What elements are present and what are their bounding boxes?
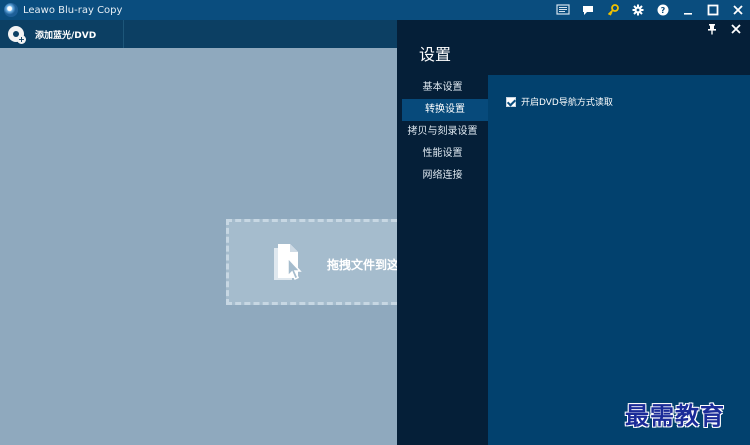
nav-item-basic[interactable]: 基本设置 — [397, 77, 488, 99]
svg-text:?: ? — [660, 6, 665, 15]
app-title: Leawo Blu-ray Copy — [23, 4, 123, 16]
nav-item-copy-burn[interactable]: 拷贝与刻录设置 — [397, 121, 488, 143]
message-icon[interactable] — [575, 0, 600, 20]
nav-item-conversion[interactable]: 转换设置 — [402, 99, 488, 121]
nav-item-network[interactable]: 网络连接 — [397, 165, 488, 187]
add-disc-label: 添加蓝光/DVD — [35, 30, 97, 41]
gear-icon[interactable] — [625, 0, 650, 20]
settings-nav: 基本设置 转换设置 拷贝与刻录设置 性能设置 网络连接 — [397, 77, 488, 187]
dvd-navigation-option[interactable]: 开启DVD导航方式读取 — [506, 95, 613, 108]
key-icon[interactable] — [600, 0, 625, 20]
app-logo-icon — [4, 3, 18, 17]
workspace: 拖拽文件到这 — [0, 48, 397, 445]
drop-zone[interactable]: 拖拽文件到这 — [226, 219, 397, 305]
settings-title: 设置 — [419, 45, 452, 64]
drag-file-icon — [272, 242, 308, 287]
drop-label: 拖拽文件到这 — [327, 258, 397, 272]
screen-icon[interactable] — [550, 0, 575, 20]
help-icon[interactable]: ? — [650, 0, 675, 20]
nav-item-performance[interactable]: 性能设置 — [397, 143, 488, 165]
maximize-icon[interactable] — [700, 0, 725, 20]
close-settings-icon[interactable] — [730, 23, 742, 38]
dvd-navigation-checkbox[interactable] — [506, 96, 516, 107]
minimize-icon[interactable] — [675, 0, 700, 20]
add-disc-button[interactable]: + 添加蓝光/DVD — [0, 20, 124, 48]
title-bar: Leawo Blu-ray Copy ? — [0, 0, 750, 20]
title-controls: ? — [550, 0, 750, 20]
pin-icon[interactable] — [706, 23, 718, 38]
settings-content: 开启DVD导航方式读取 — [488, 75, 750, 445]
close-icon[interactable] — [725, 0, 750, 20]
settings-panel: 设置 基本设置 转换设置 拷贝与刻录设置 性能设置 网络连接 开启DVD导航方式… — [397, 20, 750, 445]
plus-icon: + — [17, 35, 26, 44]
dvd-navigation-label: 开启DVD导航方式读取 — [521, 98, 613, 108]
watermark: 最需教育 — [625, 401, 725, 430]
